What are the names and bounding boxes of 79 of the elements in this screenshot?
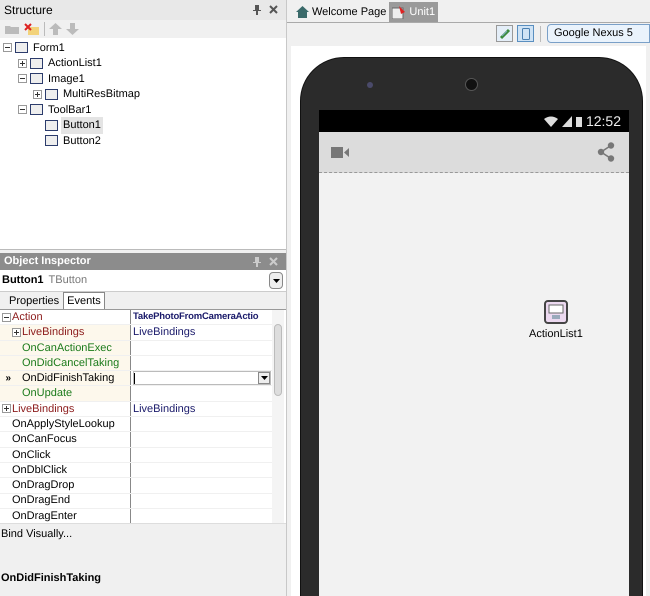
- tab[interactable]: Properties: [5, 292, 64, 309]
- property-value: TakePhotoFromCameraActio: [133, 310, 258, 324]
- device-view-button[interactable]: [517, 25, 534, 42]
- property-name[interactable]: Action: [12, 310, 43, 326]
- delete-icon[interactable]: [24, 22, 40, 36]
- share-icon[interactable]: [597, 142, 615, 162]
- dropdown-button[interactable]: [258, 372, 270, 384]
- tree-item[interactable]: Button2: [61, 132, 103, 149]
- component-icon[interactable]: [544, 300, 568, 324]
- tree-item[interactable]: Form1: [31, 40, 67, 56]
- property-name[interactable]: OnDblClick: [12, 462, 68, 478]
- pin-icon[interactable]: [253, 5, 261, 15]
- expand-toggle[interactable]: [18, 74, 27, 84]
- component-icon: [30, 58, 43, 69]
- phone-icon: [522, 28, 530, 40]
- expand-toggle[interactable]: [18, 58, 27, 68]
- expand-toggle[interactable]: [33, 90, 42, 99]
- component-icon: [45, 88, 58, 100]
- form-icon: [392, 6, 406, 18]
- panel-title: Structure: [4, 2, 53, 19]
- minus-icon: [5, 45, 10, 50]
- close-icon[interactable]: [269, 5, 278, 14]
- tab[interactable]: Welcome Page: [293, 2, 390, 22]
- view-toggle-button[interactable]: [496, 25, 513, 42]
- house-icon: [296, 6, 309, 18]
- caret-icon: [260, 376, 268, 380]
- expand-toggle[interactable]: [2, 404, 11, 414]
- tree-item[interactable]: ActionList1: [46, 55, 104, 72]
- plus-icon: [14, 330, 19, 335]
- property-name[interactable]: OnDidFinishTaking: [22, 370, 114, 387]
- event-name: OnDidFinishTaking: [1, 570, 102, 586]
- property-name[interactable]: OnCanFocus: [12, 431, 77, 448]
- property-name[interactable]: LiveBindings: [12, 400, 74, 418]
- component-icon: [30, 73, 43, 84]
- property-name[interactable]: OnDragEnd: [12, 492, 70, 509]
- component-name: Button1: [2, 274, 44, 286]
- minus-icon: [20, 76, 25, 82]
- clock: 12:52: [586, 112, 621, 130]
- dropdown-button[interactable]: [269, 272, 283, 289]
- expand-toggle[interactable]: [3, 43, 12, 52]
- plus-icon: [20, 60, 25, 66]
- expand-toggle[interactable]: [2, 312, 11, 322]
- wifi-icon: [544, 116, 558, 126]
- caret-icon: [272, 278, 280, 282]
- property-name[interactable]: OnClick: [12, 446, 51, 464]
- bind-visually-link[interactable]: Bind Visually...: [1, 526, 286, 542]
- camera-icon: [367, 82, 373, 88]
- tab[interactable]: Events: [63, 292, 105, 309]
- property-value: LiveBindings: [133, 402, 196, 417]
- scrollbar[interactable]: [272, 310, 284, 523]
- expand-toggle[interactable]: [18, 105, 27, 114]
- tree-item[interactable]: ToolBar1: [46, 102, 94, 118]
- minus-icon: [4, 314, 9, 320]
- property-name[interactable]: OnDragDrop: [12, 477, 74, 494]
- device-dropdown[interactable]: Google Nexus 5: [547, 24, 650, 43]
- component-icon: [30, 104, 43, 116]
- tree-item[interactable]: Button1: [61, 117, 103, 134]
- minus-icon: [20, 107, 25, 112]
- component-icon: [45, 135, 58, 146]
- component-icon: [45, 120, 58, 131]
- expand-toggle[interactable]: [12, 328, 21, 337]
- speaker-icon: [465, 78, 478, 91]
- plus-icon: [4, 406, 9, 412]
- property-name[interactable]: OnApplyStyleLookup: [12, 416, 115, 432]
- component-label: ActionList1: [529, 327, 583, 342]
- component-icon: [15, 42, 28, 54]
- video-camera-icon[interactable]: [331, 146, 349, 158]
- battery-icon: [576, 116, 582, 126]
- panel-title: Object Inspector: [4, 254, 91, 270]
- component-selector[interactable]: Button1 TButton: [0, 270, 286, 292]
- event-value-field[interactable]: [133, 371, 271, 386]
- tree-item[interactable]: MultiResBitmap: [61, 86, 142, 102]
- selection-marker: »: [5, 372, 11, 386]
- signal-icon: [562, 116, 572, 126]
- component-type: TButton: [48, 274, 88, 286]
- tree-item[interactable]: Image1: [46, 70, 87, 87]
- property-value: LiveBindings: [133, 325, 196, 340]
- property-name[interactable]: OnDragEnter: [12, 508, 77, 523]
- plus-icon: [35, 92, 40, 97]
